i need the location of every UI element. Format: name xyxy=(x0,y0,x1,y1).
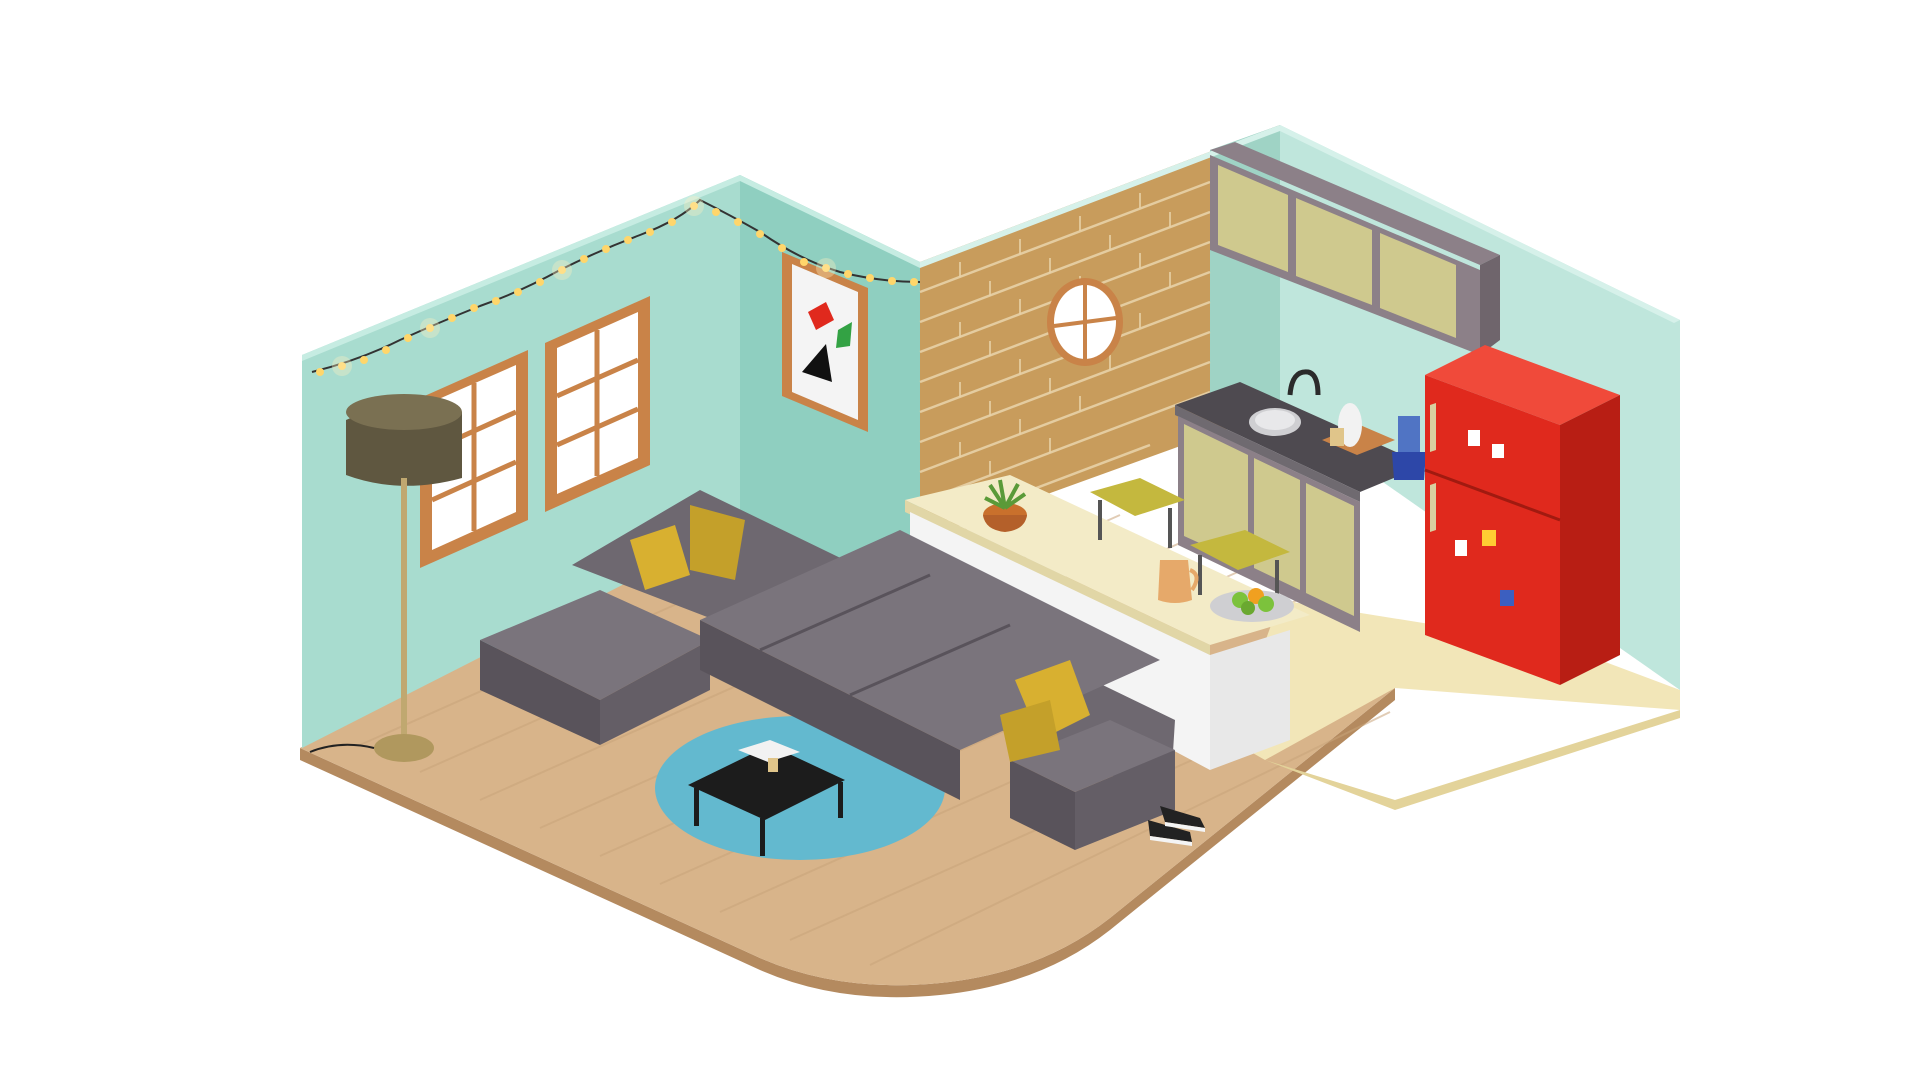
round-window xyxy=(1047,278,1123,366)
red-fridge xyxy=(1424,345,1620,685)
isometric-room-scene xyxy=(300,125,1680,998)
